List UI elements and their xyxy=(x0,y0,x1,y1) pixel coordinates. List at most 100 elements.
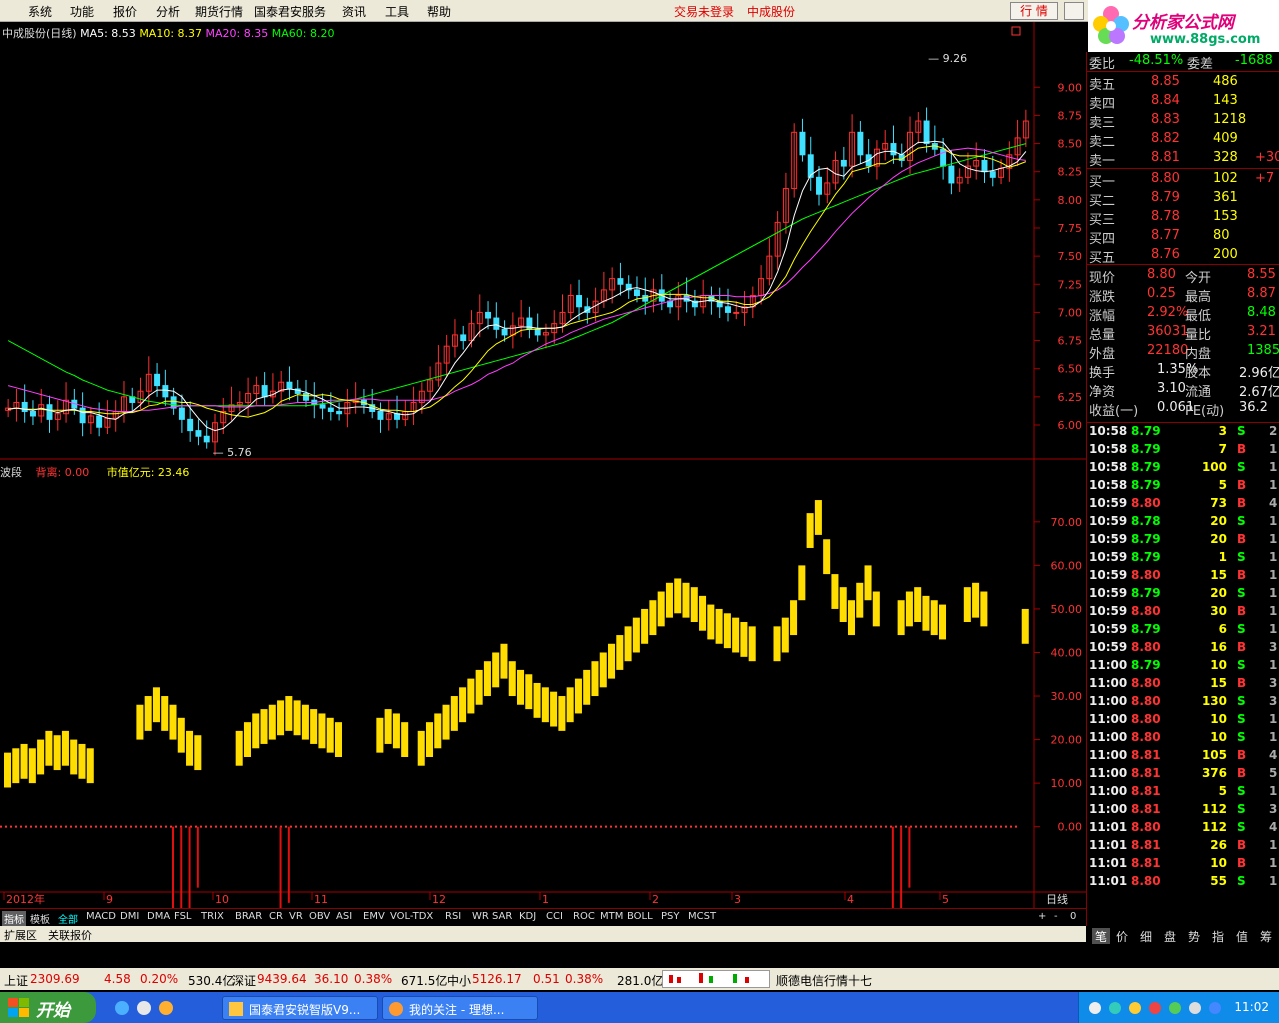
menu-analysis[interactable]: 分析 xyxy=(156,3,180,20)
wave-bar xyxy=(715,608,723,644)
wave-bar xyxy=(608,643,616,679)
indicator-tab-fsl[interactable]: FSL xyxy=(174,911,192,922)
indicator-tab-rsi[interactable]: RSI xyxy=(445,911,461,922)
stat-row-cell: 2.67亿 xyxy=(1239,385,1279,400)
tick-cell: 10:59 xyxy=(1089,568,1128,582)
sell-level: 卖一 8.81 328 +30 xyxy=(1087,149,1279,169)
indicator-tab-psy[interactable]: PSY xyxy=(661,911,680,922)
panel-tab[interactable]: 笔 xyxy=(1092,928,1111,945)
panel-tab[interactable]: 价 xyxy=(1116,928,1128,945)
tick-cell: 11:00 xyxy=(1089,748,1128,762)
indicator-tabs: 指标 模板 全部 MACD DMI DMA FSL TRIX BRAR CR VR OBV ASI EMV… xyxy=(0,908,1086,926)
zoom-button[interactable]: 0 xyxy=(1070,911,1076,922)
stat-row-cell: 股本 xyxy=(1185,366,1212,381)
buy-level-cell: 8.79 xyxy=(1151,190,1180,205)
candle-body xyxy=(203,435,210,443)
indicator-tab-boll[interactable]: BOLL xyxy=(627,911,653,922)
sh-name[interactable]: 上证 xyxy=(4,972,28,989)
menu-help[interactable]: 帮助 xyxy=(427,3,451,20)
sz-name[interactable]: 深证 xyxy=(232,972,256,989)
wave-bar xyxy=(12,748,20,784)
logo-url: www.88gs.com xyxy=(1150,32,1261,47)
tick-cell: 11:01 xyxy=(1089,838,1128,852)
marquee-text: 顺德电信行情十七 xyxy=(776,974,873,988)
menu-system[interactable]: 系统 xyxy=(28,3,52,20)
panel-tab[interactable]: 值 xyxy=(1236,928,1248,945)
indicator-tab-vr[interactable]: VR xyxy=(289,911,303,922)
stat-row: 现价 8.80 今开 8.55 xyxy=(1087,266,1279,286)
indicator-tab-roc[interactable]: ROC xyxy=(573,911,595,922)
chart-area[interactable]: 中成股份(日线) MA5: 8.53 MA10: 8.37 MA20: 8.35… xyxy=(0,22,1086,926)
indicator-tab-asi[interactable]: ASI xyxy=(336,911,352,922)
extension-tab[interactable]: 扩展区 xyxy=(4,927,37,943)
quote-button[interactable]: 行 情 xyxy=(1010,2,1058,20)
indicator-tab-trix[interactable]: TRIX xyxy=(201,911,224,922)
high-price-label: — 9.26 xyxy=(928,52,967,65)
indicator-tab-wr[interactable]: WR xyxy=(472,911,489,922)
taskbar-app-guotai[interactable]: 国泰君安锐智版V9... xyxy=(222,996,378,1020)
indicator-tab-brar[interactable]: BRAR xyxy=(235,911,262,922)
stat-row-cell: 2.92% xyxy=(1147,305,1189,320)
indicator-tick-label: 10.00 xyxy=(1051,777,1083,790)
trade-button[interactable] xyxy=(1064,2,1084,20)
tick-cell: 1 xyxy=(1269,478,1278,492)
wave-bar xyxy=(78,743,86,779)
indicator-tab-obv[interactable]: OBV xyxy=(309,911,330,922)
tick-cell: 11:00 xyxy=(1089,712,1128,726)
buy-level-cell: 买三 xyxy=(1089,213,1116,228)
tick-row: 10:58 8.79 7 B 1 xyxy=(1087,441,1279,459)
order-ratio: 委比 -48.51% 委差 -1688 xyxy=(1087,52,1279,72)
kline-chart[interactable]: 9.00 8.75 8.50 8.25 8.00 7.75 7.50 7.25 7.00 6.75… xyxy=(0,22,1086,908)
indicator-tick-label: 60.00 xyxy=(1051,559,1083,572)
wave-bar xyxy=(798,565,806,601)
zx-percent: 0.38% xyxy=(565,972,604,986)
price-tick-label: 9.00 xyxy=(1058,81,1083,94)
related-quote-tab[interactable]: 关联报价 xyxy=(48,927,92,943)
taskbar-app-follow[interactable]: 我的关注 - 理想... xyxy=(382,996,538,1020)
stat-row-cell: 外盘 xyxy=(1089,347,1116,362)
zx-name[interactable]: 中小 xyxy=(447,972,471,989)
tick-cell: 8.80 xyxy=(1131,676,1161,690)
panel-tab[interactable]: 指 xyxy=(1212,928,1224,945)
indicator-tab-mcst[interactable]: MCST xyxy=(688,911,716,922)
login-status[interactable]: 交易未登录 xyxy=(674,3,734,20)
start-button[interactable]: 开始 xyxy=(0,992,96,1023)
panel-tab[interactable]: 筹 xyxy=(1260,928,1272,945)
indicator-tab-cr[interactable]: CR xyxy=(269,911,283,922)
menu-function[interactable]: 功能 xyxy=(70,3,94,20)
indicator-tab-模板[interactable]: 模板 xyxy=(30,911,50,926)
menu-info[interactable]: 资讯 xyxy=(342,3,366,20)
indicator-tab-mtm[interactable]: MTM xyxy=(600,911,623,922)
tick-cell: 8.80 xyxy=(1131,604,1161,618)
tick-cell: 1 xyxy=(1269,604,1278,618)
indicator-tab-sar[interactable]: SAR xyxy=(492,911,512,922)
flower-logo-icon xyxy=(1093,6,1129,44)
candle-body xyxy=(178,407,185,420)
panel-divider xyxy=(1087,71,1279,72)
zoom-button[interactable]: + xyxy=(1038,911,1046,922)
tick-row: 10:58 8.79 100 S 1 xyxy=(1087,459,1279,477)
panel-tab[interactable]: 势 xyxy=(1188,928,1200,945)
chart-maximize-icon[interactable] xyxy=(1011,26,1021,36)
zoom-button[interactable]: - xyxy=(1054,911,1058,922)
tick-cell: 8.79 xyxy=(1131,532,1161,546)
indicator-tab-kdj[interactable]: KDJ xyxy=(519,911,536,922)
candle-body xyxy=(96,415,103,428)
indicator-tab-指标[interactable]: 指标 xyxy=(2,911,26,926)
menu-futures[interactable]: 期货行情 xyxy=(195,3,243,20)
indicator-tab-全部[interactable]: 全部 xyxy=(58,911,78,926)
indicator-tab-vol-tdx[interactable]: VOL-TDX xyxy=(390,911,433,922)
sell-level-cell: 8.83 xyxy=(1151,112,1180,127)
menu-service[interactable]: 国泰君安服务 xyxy=(254,3,326,20)
indicator-tab-dma[interactable]: DMA xyxy=(147,911,170,922)
wave-bar xyxy=(177,717,185,753)
indicator-tab-emv[interactable]: EMV xyxy=(363,911,385,922)
menu-tools[interactable]: 工具 xyxy=(385,3,409,20)
indicator-tab-cci[interactable]: CCI xyxy=(546,911,563,922)
wave-bar xyxy=(392,713,400,749)
panel-tab[interactable]: 细 xyxy=(1140,928,1152,945)
indicator-tab-macd[interactable]: MACD xyxy=(86,911,116,922)
panel-tab[interactable]: 盘 xyxy=(1164,928,1176,945)
menu-quote[interactable]: 报价 xyxy=(113,3,137,20)
indicator-tab-dmi[interactable]: DMI xyxy=(120,911,139,922)
